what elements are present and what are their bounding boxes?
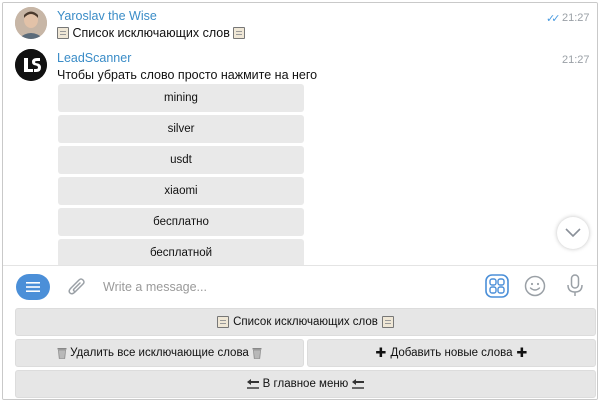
microphone-icon[interactable]	[566, 274, 584, 298]
read-check-icon: ✓✓	[546, 13, 561, 25]
chat-history[interactable]: Yaroslav the Wise Список исключающих сло…	[3, 3, 597, 265]
list-exclusion-words-button[interactable]: Список исключающих слов	[15, 308, 596, 336]
telegram-window: Yaroslav the Wise Список исключающих сло…	[2, 2, 598, 400]
message-text: Чтобы убрать слово просто нажмите на нег…	[57, 68, 318, 82]
inline-button-silver[interactable]: silver	[58, 115, 304, 143]
main-menu-button[interactable]: В главное меню	[15, 370, 596, 398]
plus-icon: ✚	[516, 345, 528, 360]
button-label: Список исключающих слов	[233, 316, 378, 328]
delete-all-words-button[interactable]: Удалить все исключающие слова	[15, 339, 304, 367]
attach-paperclip-icon[interactable]	[67, 276, 87, 298]
reply-keyboard: Список исключающих слов Удалить все искл…	[3, 308, 597, 399]
message-input[interactable]	[103, 276, 463, 298]
button-label: Удалить все исключающие слова	[70, 347, 249, 359]
ledger-emoji-icon	[217, 316, 230, 328]
ledger-emoji-icon	[57, 27, 69, 39]
message-time: 21:27	[562, 54, 590, 66]
ledger-emoji-icon	[233, 27, 246, 39]
trash-icon	[57, 348, 67, 359]
inline-keyboard: mining silver usdt xiaomi бесплатно бесп…	[58, 84, 304, 265]
message-text-content: Список исключающих слов	[72, 26, 230, 40]
button-label: Добавить новые слова	[390, 347, 513, 359]
inline-button-usdt[interactable]: usdt	[58, 146, 304, 174]
message-composer	[3, 266, 597, 308]
button-label: В главное меню	[262, 378, 349, 390]
message-sender[interactable]: Yaroslav the Wise	[57, 9, 157, 23]
inline-button-xiaomi[interactable]: xiaomi	[58, 177, 304, 205]
bot-menu-button[interactable]	[16, 274, 50, 300]
plus-icon: ✚	[375, 345, 387, 360]
back-arrow-icon	[352, 379, 365, 389]
back-arrow-icon	[246, 379, 259, 389]
add-new-words-button[interactable]: ✚ Добавить новые слова ✚	[307, 339, 596, 367]
inline-button-mining[interactable]: mining	[58, 84, 304, 112]
trash-icon	[252, 348, 262, 359]
ledger-emoji-icon	[381, 316, 394, 328]
scroll-down-button[interactable]	[557, 217, 589, 249]
message-time: 21:27	[562, 12, 590, 24]
menu-icon	[26, 282, 40, 292]
emoji-smile-icon[interactable]	[524, 275, 546, 297]
bot-keyboard-icon[interactable]	[485, 274, 509, 298]
message-sender[interactable]: LeadScanner	[57, 51, 131, 65]
message-text: Список исключающих слов	[57, 26, 246, 40]
user-avatar[interactable]	[15, 7, 47, 39]
inline-button-besplatno[interactable]: бесплатно	[58, 208, 304, 236]
bot-avatar[interactable]	[15, 49, 47, 81]
chevron-down-icon	[565, 228, 581, 238]
inline-button-besplatnoy[interactable]: бесплатной	[58, 239, 304, 265]
